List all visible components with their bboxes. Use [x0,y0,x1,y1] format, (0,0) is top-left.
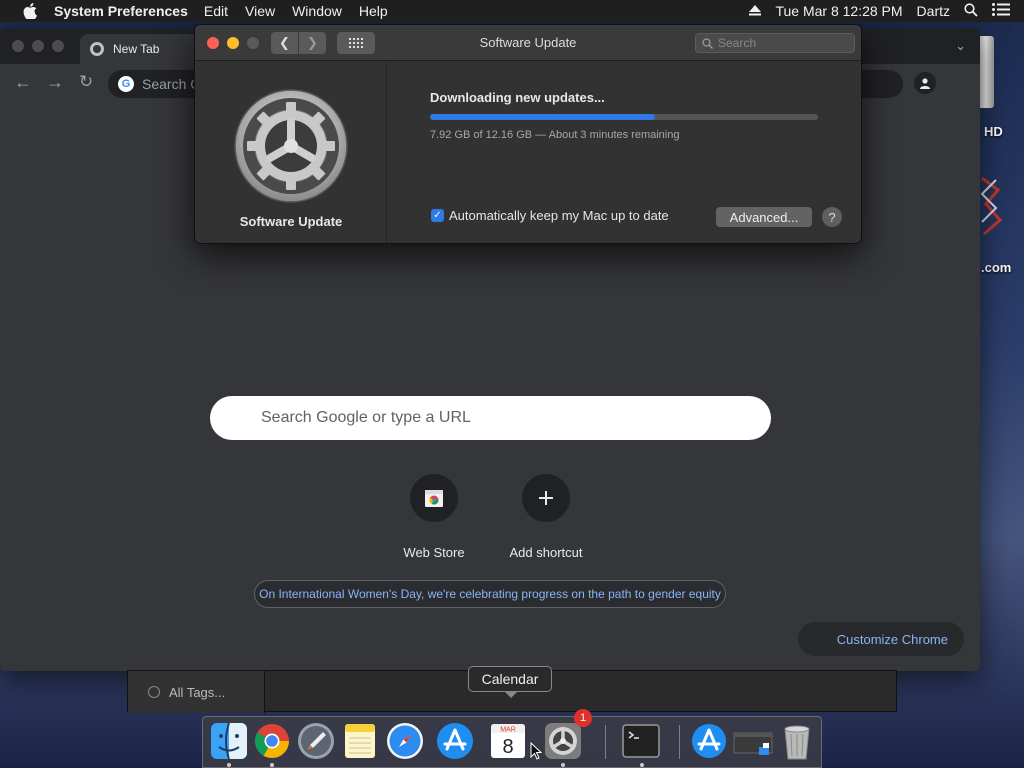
search-icon [702,37,713,49]
com-label: .com [981,260,1012,275]
shortcut-label: Add shortcut [509,545,583,560]
customize-chrome-label: Customize Chrome [836,631,948,647]
calendar-month: MAR [500,727,516,734]
menu-app-name[interactable]: System Preferences [54,3,188,19]
promo-link[interactable]: On International Women's Day, we're cele… [254,580,726,608]
menu-window[interactable]: Window [292,3,342,19]
software-update-window: ❮ ❯ Software Update Search Software Upda… [194,24,862,244]
customize-chrome-button[interactable]: Customize Chrome [798,622,964,656]
download-progress-bar [430,114,818,120]
safari-icon[interactable] [385,721,425,761]
hard-disk-icon[interactable] [978,36,994,108]
chevron-down-icon[interactable]: ⌄ [955,38,966,54]
zoom-button[interactable] [52,40,64,52]
pane-identity: Software Update [195,62,387,243]
download-detail: 7.92 GB of 12.16 GB — About 3 minutes re… [430,129,680,141]
desktop-file-icon[interactable] [978,176,1003,236]
notes-icon[interactable] [340,721,380,761]
software-update-titlebar: ❮ ❯ Software Update Search [195,25,861,61]
tag-icon [148,686,160,698]
checkbox-checked-icon[interactable]: ✓ [431,209,444,222]
advanced-button[interactable]: Advanced... [716,207,812,227]
running-indicator [270,763,274,767]
ntp-search-placeholder: Search Google or type a URL [261,409,471,426]
hd-label: HD [984,124,1003,139]
app-store-icon[interactable] [435,721,475,761]
plus-icon [522,474,570,522]
system-preferences-icon[interactable] [543,721,583,761]
google-icon: G [118,76,134,92]
minimize-button[interactable] [32,40,44,52]
forward-arrow-icon[interactable]: → [46,72,64,93]
pane-name: Software Update [239,214,343,229]
app-store-icon[interactable] [689,721,729,761]
auto-update-checkbox[interactable]: ✓ Automatically keep my Mac up to date [431,208,669,223]
calendar-icon[interactable]: MAR 8 [488,721,528,761]
menu-edit[interactable]: Edit [204,3,228,19]
ntp-search-box[interactable]: Search Google or type a URL [210,396,771,440]
dock-tooltip: Calendar [468,666,552,698]
notification-badge: 1 [574,709,592,727]
apple-menu-icon[interactable] [20,3,40,19]
calendar-day: 8 [502,736,513,758]
dock: MAR 8 [202,716,822,768]
close-button[interactable] [12,40,24,52]
running-indicator [561,763,565,767]
menu-help[interactable]: Help [359,3,388,19]
menu-view[interactable]: View [245,3,275,19]
shortcut-label: Web Store [403,545,465,560]
eject-icon[interactable] [749,3,762,19]
back-arrow-icon[interactable]: ← [14,72,32,93]
preferences-search-field[interactable]: Search [695,33,855,53]
download-progress-fill [430,114,656,120]
finder-icon[interactable] [209,721,249,761]
chrome-window-controls [12,40,64,52]
download-status: Downloading new updates... [430,90,605,105]
menu-clock[interactable]: Tue Mar 8 12:28 PM [775,3,902,19]
mouse-cursor-icon [530,742,542,760]
tab-title: New Tab [113,42,160,56]
chrome-tab-icon [90,42,104,56]
launchpad-icon[interactable] [296,721,336,761]
running-indicator [227,763,231,767]
menu-user[interactable]: Dartz [917,3,950,19]
running-indicator [640,763,644,767]
help-button[interactable]: ? [822,207,842,227]
terminal-icon[interactable] [621,721,661,761]
auto-update-label: Automatically keep my Mac up to date [449,208,669,223]
chrome-icon[interactable] [252,721,292,761]
trash-icon[interactable] [777,721,817,761]
web-store-icon [410,474,458,522]
software-update-gear-icon [234,89,348,203]
profile-icon[interactable] [914,72,936,94]
notification-center-icon[interactable] [992,3,1010,19]
screen-icon[interactable] [733,721,773,761]
dock-separator [605,725,606,759]
spotlight-icon[interactable] [964,2,978,20]
reload-icon[interactable]: ↻ [79,72,93,92]
omnibox-placeholder: Search G [142,76,202,92]
dock-separator [679,725,680,759]
finder-sidebar-item-all-tags[interactable]: All Tags... [128,671,265,713]
finder-sidebar-label: All Tags... [169,684,226,700]
search-placeholder: Search [718,36,757,50]
shortcut-web-store[interactable]: Web Store [378,474,490,560]
menu-bar: System Preferences Edit View Window Help… [0,0,1024,22]
add-shortcut-button[interactable]: Add shortcut [490,474,602,560]
